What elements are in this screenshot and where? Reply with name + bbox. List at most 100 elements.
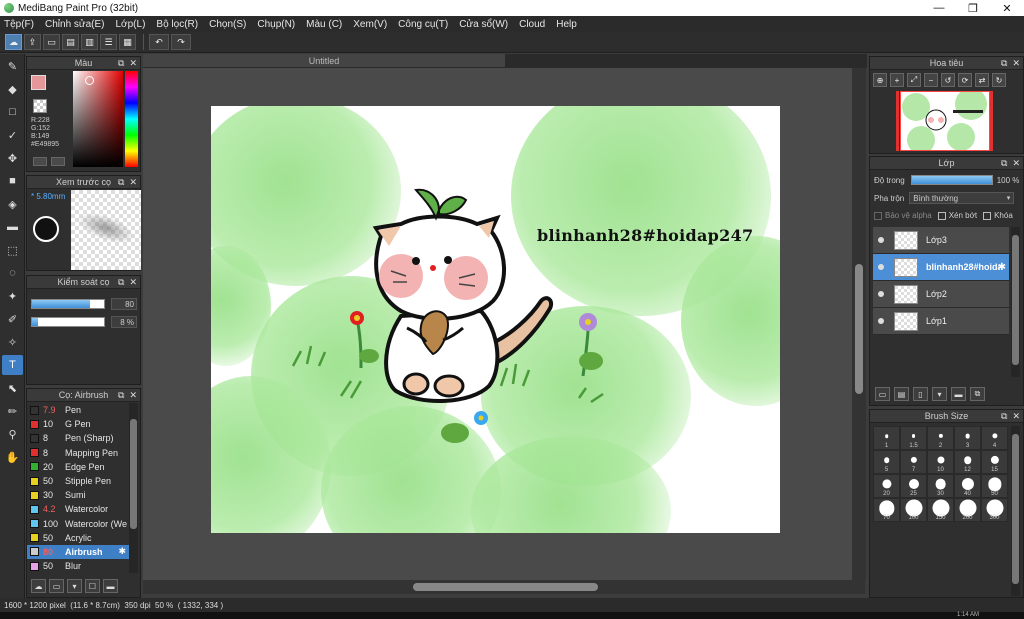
visibility-icon[interactable] bbox=[878, 318, 884, 324]
layer-item[interactable]: Lớp2 bbox=[873, 281, 1009, 308]
undo-icon[interactable]: ↶ bbox=[149, 34, 169, 50]
menu-help[interactable]: Help bbox=[556, 19, 577, 30]
grid-icon[interactable]: ▦ bbox=[119, 34, 136, 50]
size-value[interactable]: 80 bbox=[111, 298, 137, 310]
color-wheel-icon[interactable] bbox=[33, 157, 47, 166]
list-icon[interactable]: ☰ bbox=[100, 34, 117, 50]
comment-icon[interactable]: ▭ bbox=[43, 34, 60, 50]
brush-item[interactable]: 100 Watercolor (Wet) bbox=[27, 517, 129, 531]
magic-wand-tool-icon[interactable]: ✦ bbox=[2, 286, 23, 306]
brush-item[interactable]: 50 Blur bbox=[27, 559, 129, 573]
brush-settings-icon[interactable]: ☐ bbox=[85, 579, 100, 593]
gradient-tool-icon[interactable]: ▬ bbox=[2, 217, 23, 237]
divide-tool-icon[interactable]: ✏ bbox=[2, 401, 23, 421]
rotate-reset-icon[interactable]: ⟳ bbox=[958, 73, 972, 87]
detach-icon[interactable]: ⧉ bbox=[118, 177, 124, 188]
brush-size-cell[interactable]: 4 bbox=[981, 426, 1008, 450]
navigator-preview[interactable] bbox=[900, 91, 990, 151]
document-tab[interactable]: Untitled bbox=[143, 54, 505, 67]
canvas-horizontal-scrollbar[interactable] bbox=[143, 580, 865, 594]
menu-tools[interactable]: Công cụ(T) bbox=[398, 19, 448, 30]
canvas-vertical-scrollbar[interactable] bbox=[852, 68, 866, 580]
new-halftone-layer-icon[interactable]: ▤ bbox=[894, 387, 909, 401]
hand-tool-icon[interactable]: ✋ bbox=[2, 447, 23, 467]
brush-cloud-icon[interactable]: ☁ bbox=[31, 579, 46, 593]
select-rect-tool-icon[interactable]: ⬚ bbox=[2, 240, 23, 260]
brush-size-cell[interactable]: 100 bbox=[900, 498, 927, 522]
detach-icon[interactable]: ⧉ bbox=[1001, 58, 1007, 69]
operation-tool-icon[interactable]: ⬉ bbox=[2, 378, 23, 398]
menu-window[interactable]: Cửa sổ(W) bbox=[459, 19, 508, 30]
brush-size-cell[interactable]: 150 bbox=[927, 498, 954, 522]
brush-item[interactable]: 8 Mapping Pen bbox=[27, 446, 129, 460]
size-slider[interactable] bbox=[31, 299, 105, 309]
menu-layer[interactable]: Lớp(L) bbox=[116, 19, 146, 30]
new-layer-icon[interactable]: ▭ bbox=[875, 387, 890, 401]
visibility-icon[interactable] bbox=[878, 264, 884, 270]
close-icon[interactable]: ✕ bbox=[1012, 158, 1020, 169]
scroll-thumb[interactable] bbox=[1012, 235, 1019, 365]
transparent-color-swatch[interactable] bbox=[33, 99, 47, 113]
visibility-icon[interactable] bbox=[878, 291, 884, 297]
pen-tool-icon[interactable]: ✓ bbox=[2, 125, 23, 145]
hue-slider[interactable] bbox=[125, 71, 138, 167]
brush-size-cell[interactable]: 25 bbox=[900, 474, 927, 498]
protect-alpha-checkbox[interactable] bbox=[874, 211, 882, 220]
share-icon[interactable]: ⇪ bbox=[24, 34, 41, 50]
scroll-thumb[interactable] bbox=[855, 264, 863, 394]
brush-item[interactable]: 50 Acrylic bbox=[27, 531, 129, 545]
brush-size-cell[interactable]: 2 bbox=[927, 426, 954, 450]
brush-folder-icon[interactable]: ▬ bbox=[103, 579, 118, 593]
duplicate-layer-icon[interactable]: ⧉ bbox=[970, 387, 985, 401]
layer-opacity-slider[interactable] bbox=[910, 175, 993, 185]
brush-item[interactable]: 8 Pen (Sharp) bbox=[27, 431, 129, 445]
cloud-icon[interactable]: ☁ bbox=[5, 34, 22, 50]
brush-size-cell[interactable]: 12 bbox=[954, 450, 981, 474]
select-eraser-tool-icon[interactable]: ✧ bbox=[2, 332, 23, 352]
blend-mode-select[interactable]: Bình thường ▾ bbox=[909, 192, 1015, 204]
layer-item[interactable]: blinhanh28#hoidap247✱ bbox=[873, 254, 1009, 281]
text-tool-icon[interactable]: T bbox=[2, 355, 23, 375]
scroll-thumb[interactable] bbox=[130, 419, 137, 529]
visibility-icon[interactable] bbox=[878, 237, 884, 243]
gear-icon[interactable]: ✱ bbox=[118, 546, 126, 557]
artwork-canvas[interactable]: blinhanh28#hoidap247 bbox=[211, 106, 780, 533]
detach-icon[interactable]: ⧉ bbox=[1001, 158, 1007, 169]
color-picker-cursor[interactable] bbox=[85, 76, 94, 85]
minimize-icon[interactable]: — bbox=[922, 0, 956, 16]
brush-size-cell[interactable]: 70 bbox=[873, 498, 900, 522]
redo-icon[interactable]: ↷ bbox=[171, 34, 191, 50]
brush-size-cell[interactable]: 30 bbox=[927, 474, 954, 498]
color-palette-icon[interactable] bbox=[51, 157, 65, 166]
brush-size-cell[interactable]: 10 bbox=[927, 450, 954, 474]
chat-icon[interactable]: ▤ bbox=[62, 34, 79, 50]
brush-item[interactable]: 50 Stipple Pen bbox=[27, 474, 129, 488]
brush-size-cell[interactable]: 1.5 bbox=[900, 426, 927, 450]
opacity-value[interactable]: 8 % bbox=[111, 316, 137, 328]
layer-folder-icon[interactable]: ▬ bbox=[951, 387, 966, 401]
detach-icon[interactable]: ⧉ bbox=[118, 277, 124, 288]
menu-cloud[interactable]: Cloud bbox=[519, 19, 545, 30]
brush-item[interactable]: 4.2 Watercolor bbox=[27, 502, 129, 516]
layer-list-scrollbar[interactable] bbox=[1011, 227, 1020, 377]
brush-size-scrollbar[interactable] bbox=[1011, 426, 1020, 596]
brush-size-cell[interactable]: 20 bbox=[873, 474, 900, 498]
zoom-in-icon[interactable]: + bbox=[890, 73, 904, 87]
close-icon[interactable]: ✕ bbox=[129, 277, 137, 288]
brush-size-cell[interactable]: 1 bbox=[873, 426, 900, 450]
opacity-slider[interactable] bbox=[31, 317, 105, 327]
rectangle-tool-icon[interactable]: □ bbox=[2, 102, 23, 122]
brush-list-scrollbar[interactable] bbox=[129, 403, 138, 573]
detach-icon[interactable]: ⧉ bbox=[118, 58, 124, 69]
menu-view[interactable]: Xem(V) bbox=[353, 19, 387, 30]
menu-select[interactable]: Chọn(S) bbox=[209, 19, 246, 30]
bucket-tool-icon[interactable]: ◈ bbox=[2, 194, 23, 214]
brush-size-cell[interactable]: 50 bbox=[981, 474, 1008, 498]
brush-size-cell[interactable]: 40 bbox=[954, 474, 981, 498]
menu-edit[interactable]: Chỉnh sửa(E) bbox=[45, 19, 105, 30]
brush-size-cell[interactable]: 5 bbox=[873, 450, 900, 474]
brush-tool-icon[interactable]: ✎ bbox=[2, 56, 23, 76]
main-color-swatch[interactable] bbox=[31, 75, 46, 90]
eraser-tool-icon[interactable]: ◆ bbox=[2, 79, 23, 99]
close-icon[interactable]: ✕ bbox=[129, 177, 137, 188]
